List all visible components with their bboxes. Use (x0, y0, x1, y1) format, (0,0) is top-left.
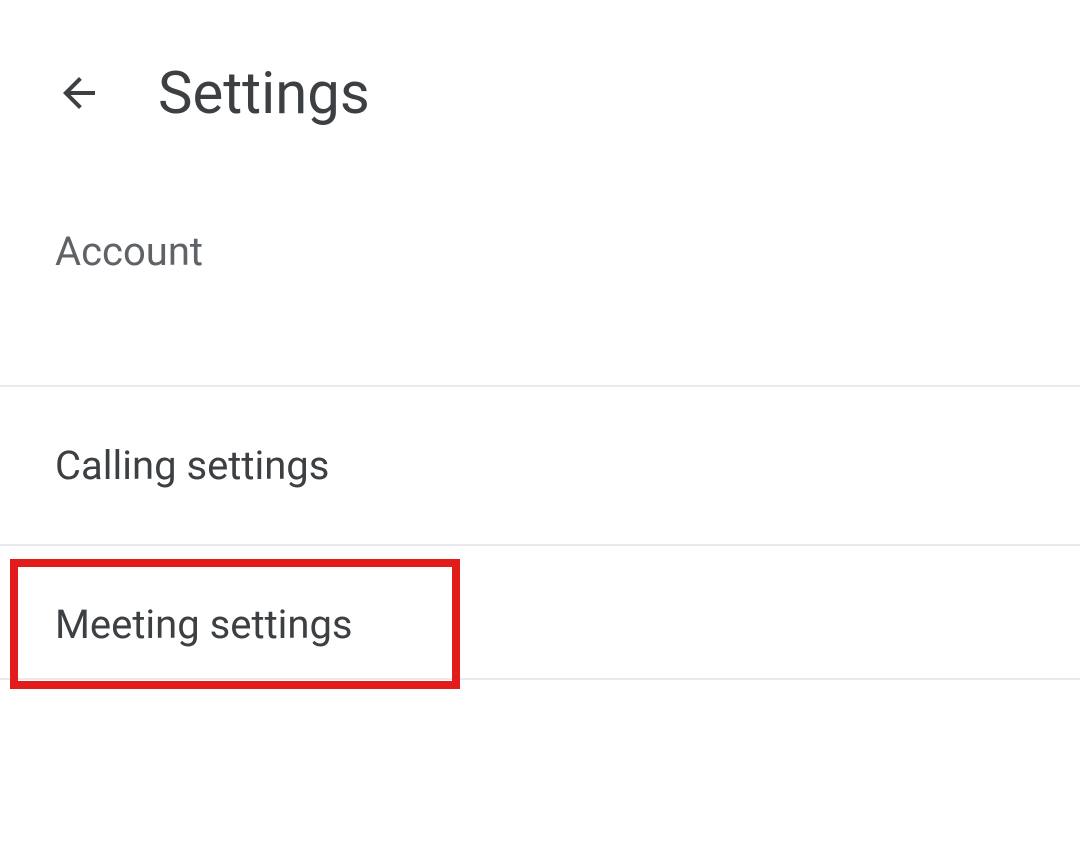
menu-item-meeting-settings[interactable]: Meeting settings (0, 571, 1080, 680)
arrow-left-icon (55, 69, 103, 120)
section-account[interactable]: Account (0, 178, 1080, 387)
page-title: Settings (158, 60, 370, 128)
menu-item-label: Calling settings (55, 442, 329, 489)
section-account-label: Account (55, 228, 203, 275)
menu-item-label: Meeting settings (55, 601, 353, 648)
header: Settings (0, 0, 1080, 178)
menu-item-calling-settings[interactable]: Calling settings (0, 387, 1080, 546)
back-button[interactable] (55, 69, 103, 120)
